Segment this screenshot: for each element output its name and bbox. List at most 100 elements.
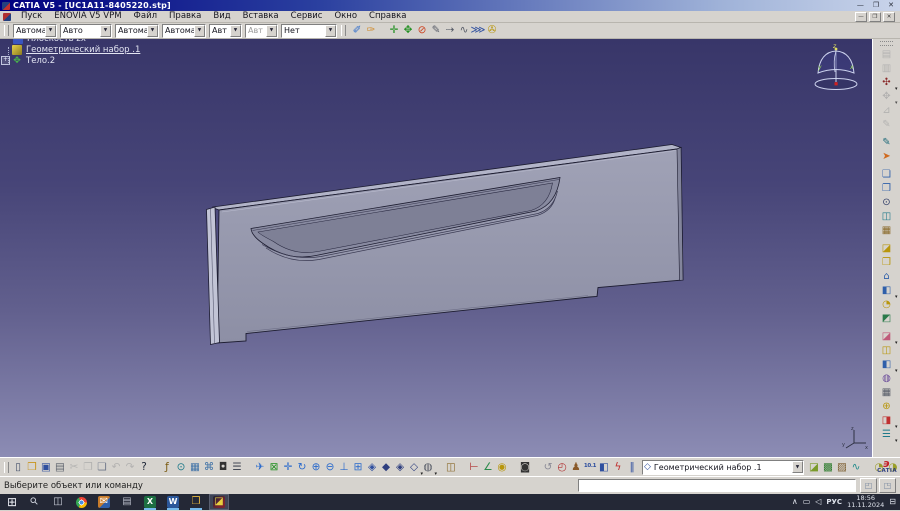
status-expand-button[interactable]: ◰ — [860, 478, 877, 493]
chamfer-icon[interactable]: ◫ — [878, 344, 896, 358]
copy-icon[interactable]: ❐ — [81, 460, 95, 475]
mail-icon[interactable]: ✉ — [94, 494, 114, 510]
doc-minimize-button[interactable]: — — [855, 12, 867, 22]
status-knowledge-button[interactable]: ◳ — [879, 478, 896, 493]
reset-view-icon[interactable]: ↺ — [541, 460, 555, 475]
look-at-icon[interactable]: ❏ — [878, 168, 896, 182]
multi-view-icon[interactable]: ⊞ — [351, 460, 365, 475]
menu-item[interactable]: Окно — [328, 11, 363, 22]
graphic-property-combo[interactable]: Авт — [209, 24, 242, 38]
sweep-icon[interactable]: ∿ — [849, 460, 863, 475]
selection-filter-icon[interactable]: ⊘ — [415, 24, 429, 38]
whats-this-icon[interactable]: ? — [137, 460, 151, 475]
manikin-icon[interactable]: ♟ — [569, 460, 583, 475]
graphic-property-combo[interactable]: Автома — [115, 24, 159, 38]
graphic-wizard-icon[interactable]: ✑ — [364, 24, 378, 38]
catia-taskbar-icon[interactable]: ◪ — [209, 494, 229, 510]
cut-icon[interactable]: ✂ — [67, 460, 81, 475]
volume-icon[interactable]: ◧ — [597, 460, 611, 475]
graphic-property-combo[interactable]: Автома — [162, 24, 206, 38]
key-icon[interactable]: ✇ — [485, 24, 499, 38]
spline-icon[interactable]: ∿ — [457, 24, 471, 38]
toolbar-drag-handle[interactable] — [4, 462, 9, 473]
sketcher-icon[interactable]: ✎ — [878, 136, 896, 150]
doc-close-button[interactable]: ✕ — [883, 12, 895, 22]
menu-item[interactable]: Правка — [163, 11, 207, 22]
maximize-button[interactable]: ❐ — [873, 1, 879, 10]
specification-list-icon[interactable]: ☰ — [230, 460, 244, 475]
menu-item[interactable]: Файл — [128, 11, 163, 22]
explorer-icon[interactable]: ❒ — [186, 494, 206, 510]
hole-icon[interactable]: ◧ — [878, 284, 896, 298]
rib-icon[interactable]: ◩ — [878, 312, 896, 326]
menu-item[interactable]: Сервис — [285, 11, 329, 22]
window-icon[interactable]: ❐ — [878, 182, 896, 196]
depth-effect-icon[interactable]: ◫ — [878, 210, 896, 224]
clock-icon[interactable]: ◴ — [555, 460, 569, 475]
menu-item[interactable]: Пуск — [15, 11, 48, 22]
toolbar-drag-handle[interactable] — [4, 25, 9, 36]
magnifier-icon[interactable]: ⊙ — [878, 196, 896, 210]
tray-monitor-icon[interactable]: ▭ — [803, 498, 811, 506]
language-indicator[interactable]: РУС — [826, 498, 842, 506]
word-icon[interactable]: W — [163, 494, 183, 510]
print-icon[interactable]: ▤ — [53, 460, 67, 475]
transform-icon[interactable]: ▦ — [878, 386, 896, 400]
menu-item[interactable]: ENOVIA V5 VPM — [48, 11, 127, 22]
graphic-property-combo[interactable]: Нет — [281, 24, 337, 38]
draft-icon[interactable]: ◧ — [878, 358, 896, 372]
redo-icon[interactable]: ↷ — [123, 460, 137, 475]
tray-chevron-icon[interactable]: ∧ — [792, 498, 798, 506]
undo-icon[interactable]: ↶ — [109, 460, 123, 475]
iso-view-icon[interactable]: ◈ — [365, 460, 379, 475]
ruler-icon[interactable]: ∥ — [625, 460, 639, 475]
menu-item[interactable]: Вид — [207, 11, 236, 22]
dimension-icon[interactable]: 10.1 — [583, 460, 597, 475]
part-3d[interactable] — [0, 39, 872, 457]
excel-icon[interactable]: X — [140, 494, 160, 510]
extrude-icon[interactable]: ◪ — [807, 460, 821, 475]
dashed-arrow-icon[interactable]: ⇢ — [443, 24, 457, 38]
shaded-view-icon[interactable]: ◆ — [379, 460, 393, 475]
minimize-button[interactable]: — — [857, 1, 864, 10]
manipulation-icon[interactable]: ✥ — [878, 90, 896, 104]
graphic-property-combo[interactable]: Авто — [60, 24, 112, 38]
menu-item[interactable]: Вставка — [237, 11, 285, 22]
zoom-in-icon[interactable]: ⊕ — [309, 460, 323, 475]
pocket-icon[interactable]: ❒ — [878, 256, 896, 270]
smart-pick-icon[interactable]: ✎ — [878, 118, 896, 132]
design-table-icon[interactable]: ▦ — [188, 460, 202, 475]
shaft-icon[interactable]: ⌂ — [878, 270, 896, 284]
instantiation-icon[interactable]: ⋙ — [471, 24, 485, 38]
taskbar-clock[interactable]: 18:56 11.11.2024 — [847, 495, 884, 509]
wireframe-icon[interactable]: ◇ — [407, 460, 421, 475]
chrome-icon[interactable] — [71, 494, 91, 510]
painter-icon[interactable]: ✐ — [350, 24, 364, 38]
dock-drag-handle[interactable] — [880, 41, 893, 46]
select-arrow-icon[interactable]: ➤ — [878, 150, 896, 164]
shell-icon[interactable]: ◔ — [878, 298, 896, 312]
normal-view-icon[interactable]: ⊥ — [337, 460, 351, 475]
paste-format-icon[interactable]: ▥ — [878, 62, 896, 76]
printer-icon[interactable]: ▤ — [117, 494, 137, 510]
fillet-icon[interactable]: ◪ — [878, 330, 896, 344]
toolbar-drag-handle[interactable] — [341, 25, 346, 36]
pan-icon[interactable]: ✛ — [281, 460, 295, 475]
axis-system-icon[interactable]: ✥ — [401, 24, 415, 38]
working-object-combo[interactable]: ◇ Геометрический набор .1 — [642, 460, 804, 475]
power-input-field[interactable] — [578, 479, 856, 492]
measure-item-icon[interactable]: ∠ — [481, 460, 495, 475]
update-icon[interactable]: ✛ — [387, 24, 401, 38]
revolve-icon[interactable]: ▩ — [821, 460, 835, 475]
update-all-icon[interactable]: ✣ — [878, 76, 896, 90]
fly-mode-icon[interactable]: ✈ — [253, 460, 267, 475]
product-structure-icon[interactable]: ⌘ — [202, 460, 216, 475]
thickness-icon[interactable]: ◍ — [878, 372, 896, 386]
start-button[interactable]: ⊞ — [2, 494, 22, 510]
lightning-icon[interactable]: ϟ — [611, 460, 625, 475]
formula-icon[interactable]: ƒ — [160, 460, 174, 475]
pattern-surface-icon[interactable]: ▨ — [835, 460, 849, 475]
tray-speaker-icon[interactable]: ◁ — [815, 498, 821, 506]
save-icon[interactable]: ▣ — [39, 460, 53, 475]
thick-surface-icon[interactable]: ☰ — [878, 428, 896, 442]
